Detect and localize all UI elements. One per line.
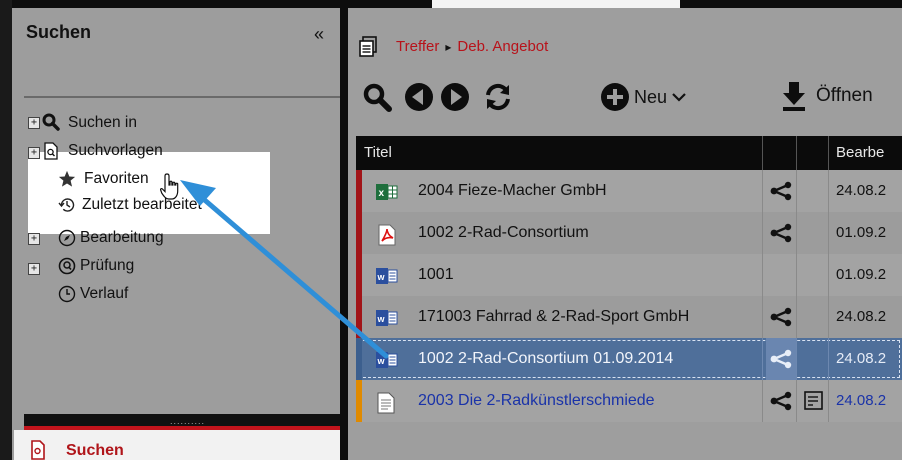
drag-arrow-icon <box>180 180 389 359</box>
hand-cursor-icon <box>160 173 179 200</box>
